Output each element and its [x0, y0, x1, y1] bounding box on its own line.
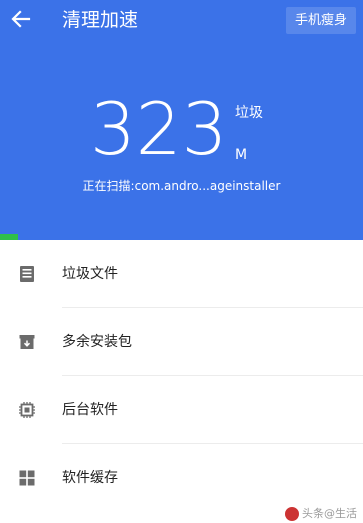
junk-size-value: 323	[90, 87, 228, 171]
arrow-left-icon	[11, 10, 31, 28]
cpu-chip-icon	[19, 402, 35, 418]
clean-category-list: 垃圾文件 多余安装包 后台软件 软件缓存	[0, 240, 363, 512]
list-item-label: 软件缓存	[62, 470, 118, 486]
header-panel: 清理加速 手机瘦身 323 垃圾 M 正在扫描:com.andro...agei…	[0, 0, 363, 240]
junk-size-unit: M	[235, 147, 248, 163]
list-item-label: 后台软件	[62, 402, 118, 418]
junk-type-label: 垃圾	[235, 105, 263, 121]
back-button[interactable]	[8, 6, 34, 32]
package-box-icon	[19, 335, 35, 349]
watermark-logo-icon	[285, 507, 299, 521]
page-title: 清理加速	[62, 9, 139, 31]
grid-apps-icon	[19, 470, 35, 486]
scan-status-text: 正在扫描:com.andro...ageinstaller	[82, 179, 281, 193]
watermark-text: 头条@生活	[302, 507, 357, 520]
list-item-background-apps[interactable]: 后台软件	[0, 376, 363, 444]
list-item-label: 多余安装包	[62, 334, 132, 350]
phone-slim-button[interactable]: 手机瘦身	[285, 7, 356, 34]
list-item-app-cache[interactable]: 软件缓存	[0, 444, 363, 512]
watermark: 头条@生活	[285, 507, 357, 521]
document-list-icon	[20, 266, 34, 282]
list-item-extra-packages[interactable]: 多余安装包	[0, 308, 363, 376]
list-item-label: 垃圾文件	[62, 266, 118, 282]
list-item-junk-files[interactable]: 垃圾文件	[0, 240, 363, 308]
